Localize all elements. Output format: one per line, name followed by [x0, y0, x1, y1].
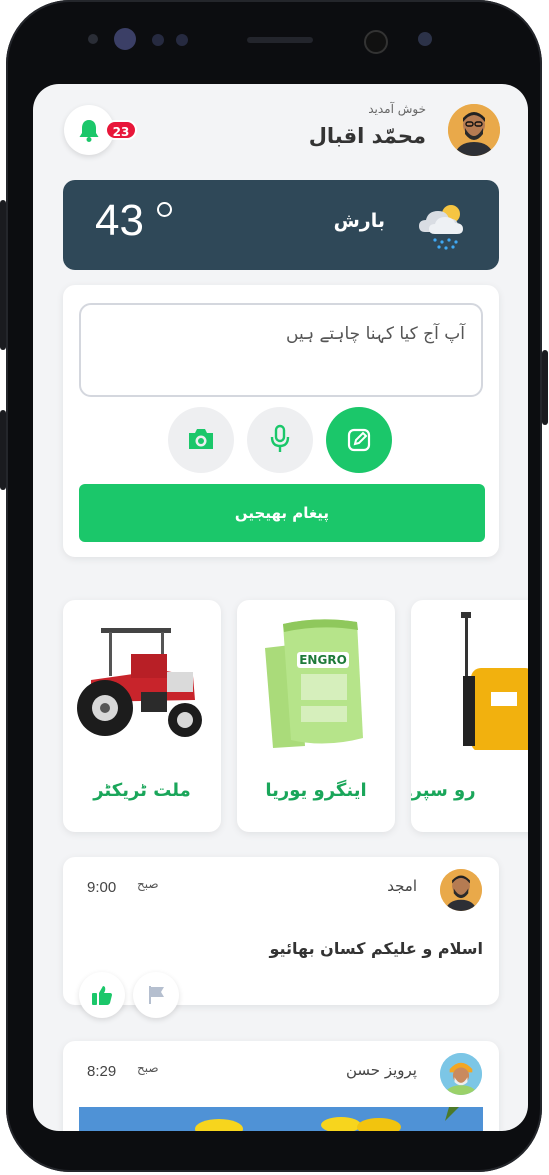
app-screen: 23 خوش آمدید محمّد اقبال 43 بارش آپ آج ک… [33, 84, 528, 1131]
author-name: پرویز حسن [346, 1061, 417, 1079]
author-avatar[interactable] [440, 1053, 482, 1095]
sensor-dot [152, 34, 164, 46]
message-input[interactable]: آپ آج کیا کہنا چاہتے ہیں [79, 303, 483, 397]
side-button [0, 410, 6, 490]
user-avatar[interactable] [448, 104, 500, 156]
post-time: 8:29 [87, 1063, 117, 1080]
sensor-dot [418, 32, 432, 46]
product-card-tractor[interactable]: ملت ٹریکٹر [63, 600, 221, 832]
post-time: 9:00 [87, 879, 117, 896]
fertilizer-bag-image: ENGRO [265, 619, 363, 748]
report-button[interactable] [133, 972, 179, 1018]
thumbs-up-icon [92, 986, 112, 1005]
greeting-text: خوش آمدید [368, 102, 426, 116]
author-avatar[interactable] [440, 869, 482, 911]
sensor-dot [176, 34, 188, 46]
message-placeholder: آپ آج کیا کہنا چاہتے ہیں [286, 324, 465, 344]
volume-button [0, 200, 6, 350]
cloud-rain-sun-icon [419, 205, 463, 250]
flag-icon [149, 986, 164, 1004]
person-photo [440, 869, 482, 911]
author-name: امجد [387, 877, 417, 895]
post-text: اسلام و علیکم کسان بھائیو [269, 939, 483, 958]
feed-post: پرویز حسن 8:29 صبح [63, 1041, 499, 1131]
sprayer-image [461, 612, 528, 750]
compose-button[interactable] [326, 407, 392, 473]
edit-icon [347, 428, 371, 452]
phone-frame: 23 خوش آمدید محمّد اقبال 43 بارش آپ آج ک… [0, 0, 548, 1172]
front-camera [114, 28, 136, 50]
product-title: ملت ٹریکٹر [93, 780, 191, 801]
person-photo [440, 1053, 482, 1095]
send-message-button[interactable]: پیغام بھیجیں [79, 484, 485, 542]
post-period: صبح [137, 1061, 159, 1075]
power-button [542, 350, 548, 425]
voice-button[interactable] [247, 407, 313, 473]
product-card-fertilizer[interactable]: ENGRO اینگرو یوریا [237, 600, 395, 832]
like-button[interactable] [79, 972, 125, 1018]
post-composer: آپ آج کیا کہنا چاہتے ہیں پیغام بھیجیں [63, 285, 499, 557]
microphone-icon [270, 424, 290, 452]
feed-post: امجد 9:00 صبح اسلام و علیکم کسان بھائیو [63, 857, 499, 1018]
front-camera [364, 30, 388, 54]
camera-icon [189, 429, 213, 449]
post-period: صبح [137, 877, 159, 891]
product-title: رو سپرے [411, 780, 476, 801]
weather-condition: بارش [333, 210, 385, 232]
tractor-image [77, 628, 202, 737]
product-title: اینگرو یوریا [265, 780, 367, 801]
weather-card: 43 بارش [63, 180, 499, 270]
product-card-sprayer[interactable]: رو سپرے [411, 600, 528, 832]
notification-badge: 23 [105, 120, 137, 140]
temperature-value: 43 [95, 196, 144, 245]
bell-icon [79, 120, 99, 142]
degree-symbol [157, 202, 172, 217]
svg-text:ENGRO: ENGRO [299, 653, 347, 667]
speaker-grille [247, 37, 313, 43]
sensor-dot [88, 34, 98, 44]
camera-button[interactable] [168, 407, 234, 473]
post-image [79, 1107, 483, 1131]
user-name: محمّد اقبال [308, 124, 426, 148]
person-photo [448, 104, 500, 156]
